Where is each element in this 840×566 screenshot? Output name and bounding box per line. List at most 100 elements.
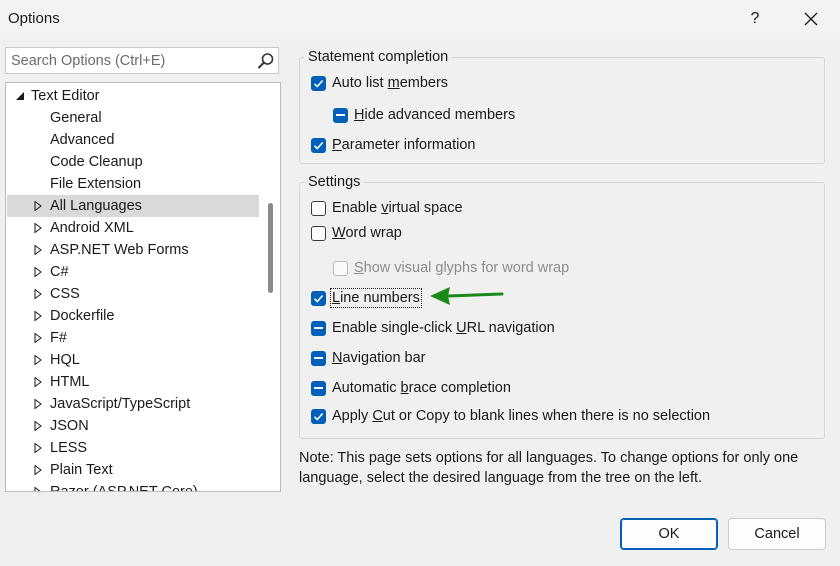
- option-apply-cut-or-copy-to-blank-lines-when-there-is-no-selection[interactable]: Apply Cut or Copy to blank lines when th…: [311, 405, 710, 427]
- annotation-arrow-icon: [430, 287, 504, 305]
- checkbox[interactable]: [311, 200, 326, 216]
- statement-completion-title: Statement completion: [304, 49, 453, 65]
- cancel-button[interactable]: Cancel: [728, 518, 826, 550]
- option-parameter-information[interactable]: Parameter information: [311, 134, 475, 156]
- search-box: [5, 47, 279, 74]
- close-icon: [804, 12, 818, 26]
- option-label: Apply Cut or Copy to blank lines when th…: [332, 408, 711, 424]
- tree-item-label: LESS: [50, 440, 88, 456]
- tree-collapsed-icon[interactable]: [33, 245, 43, 255]
- option-hide-advanced-members[interactable]: Hide advanced members: [333, 104, 515, 126]
- option-enable-single-click-url-navigation[interactable]: Enable single-click URL navigation: [311, 317, 555, 339]
- search-input[interactable]: [6, 48, 254, 73]
- settings-group: [299, 182, 825, 439]
- tree-scrollbar-thumb[interactable]: [268, 203, 273, 293]
- option-label: Line numbers: [330, 288, 422, 308]
- tree-item-label: Text Editor: [31, 88, 100, 104]
- indeterminate-icon: [314, 386, 323, 389]
- option-enable-virtual-space[interactable]: Enable virtual space: [311, 197, 463, 219]
- tree-item-plain-text[interactable]: Plain Text: [7, 459, 259, 481]
- tree-item-label: General: [50, 110, 102, 126]
- tree-item-javascript-typescript[interactable]: JavaScript/TypeScript: [7, 393, 259, 415]
- indeterminate-icon: [314, 356, 323, 359]
- checkbox[interactable]: [311, 320, 326, 336]
- checkbox[interactable]: [311, 408, 326, 424]
- tree-collapsed-icon[interactable]: [33, 443, 43, 453]
- tree-item-label: C#: [50, 264, 69, 280]
- tree-expanded-icon[interactable]: [15, 91, 25, 101]
- tree-item-label: Plain Text: [50, 462, 113, 478]
- checkbox[interactable]: [311, 225, 326, 241]
- tree-collapsed-icon[interactable]: [33, 311, 43, 321]
- access-key: N: [332, 350, 343, 366]
- tree-item-razor-asp-net-core[interactable]: Razor (ASP.NET Core): [7, 481, 259, 492]
- tree-item-text-editor[interactable]: Text Editor: [7, 85, 259, 107]
- tree-collapsed-icon[interactable]: [33, 355, 43, 365]
- access-key: W: [332, 225, 346, 241]
- tree-item-label: Android XML: [50, 220, 134, 236]
- tree-scrollbar[interactable]: [263, 83, 280, 491]
- tree-collapsed-icon[interactable]: [33, 399, 43, 409]
- option-label: Enable single-click URL navigation: [332, 320, 555, 336]
- tree-collapsed-icon[interactable]: [33, 289, 43, 299]
- tree-item-label: HQL: [50, 352, 80, 368]
- checkmark-icon: [313, 79, 324, 88]
- option-navigation-bar[interactable]: Navigation bar: [311, 347, 426, 369]
- option-show-visual-glyphs-for-word-wrap[interactable]: Show visual glyphs for word wrap: [333, 257, 569, 279]
- tree-item-dockerfile[interactable]: Dockerfile: [7, 305, 259, 327]
- option-label: Word wrap: [332, 225, 402, 241]
- tree-collapsed-icon[interactable]: [33, 201, 43, 211]
- tree-collapsed-icon[interactable]: [33, 223, 43, 233]
- tree-item-code-cleanup[interactable]: Code Cleanup: [7, 151, 259, 173]
- tree-item-advanced[interactable]: Advanced: [7, 129, 259, 151]
- tree-item-label: Advanced: [50, 132, 115, 148]
- tree-item-f[interactable]: F#: [7, 327, 259, 349]
- option-label: Enable virtual space: [332, 200, 463, 216]
- tree-item-label: CSS: [50, 286, 80, 302]
- checkbox[interactable]: [311, 350, 326, 366]
- option-auto-list-members[interactable]: Auto list members: [311, 72, 448, 94]
- tree-item-c[interactable]: C#: [7, 261, 259, 283]
- checkbox[interactable]: [311, 137, 326, 153]
- tree-item-label: JSON: [50, 418, 89, 434]
- tree-collapsed-icon[interactable]: [33, 487, 43, 491]
- tree-item-general[interactable]: General: [7, 107, 259, 129]
- close-button[interactable]: [792, 4, 830, 34]
- access-key: U: [456, 320, 467, 336]
- tree-collapsed-icon[interactable]: [33, 465, 43, 475]
- tree-item-html[interactable]: HTML: [7, 371, 259, 393]
- tree-item-android-xml[interactable]: Android XML: [7, 217, 259, 239]
- option-automatic-brace-completion[interactable]: Automatic brace completion: [311, 377, 511, 399]
- tree-item-asp-net-web-forms[interactable]: ASP.NET Web Forms: [7, 239, 259, 261]
- option-label: Automatic brace completion: [332, 380, 511, 396]
- access-key: S: [354, 260, 364, 276]
- ok-button[interactable]: OK: [620, 518, 718, 550]
- option-word-wrap[interactable]: Word wrap: [311, 222, 402, 244]
- access-key: C: [372, 408, 383, 424]
- access-key: m: [387, 75, 400, 91]
- tree-collapsed-icon[interactable]: [33, 421, 43, 431]
- checkbox[interactable]: [311, 380, 326, 396]
- tree-item-css[interactable]: CSS: [7, 283, 259, 305]
- indeterminate-icon: [314, 326, 323, 329]
- checkbox[interactable]: [311, 75, 326, 91]
- options-tree: Text Editor General Advanced Code Cleanup Fi…: [5, 82, 281, 492]
- tree-item-all-languages[interactable]: All Languages: [7, 195, 259, 217]
- tree-collapsed-icon[interactable]: [33, 267, 43, 277]
- option-line-numbers[interactable]: Line numbers: [311, 287, 422, 309]
- tree-item-file-extension[interactable]: File Extension: [7, 173, 259, 195]
- checkbox[interactable]: [333, 260, 348, 276]
- access-key: H: [354, 107, 365, 123]
- option-label: Hide advanced members: [354, 107, 516, 123]
- tree-collapsed-icon[interactable]: [33, 333, 43, 343]
- help-button[interactable]: ?: [738, 4, 772, 34]
- tree-collapsed-icon[interactable]: [33, 377, 43, 387]
- checkbox[interactable]: [311, 290, 326, 306]
- tree-item-json[interactable]: JSON: [7, 415, 259, 437]
- checkbox[interactable]: [333, 107, 348, 123]
- tree-item-hql[interactable]: HQL: [7, 349, 259, 371]
- tree-item-label: F#: [50, 330, 67, 346]
- tree-item-less[interactable]: LESS: [7, 437, 259, 459]
- tree-item-label: Razor (ASP.NET Core): [50, 484, 198, 492]
- search-icon[interactable]: [257, 52, 275, 70]
